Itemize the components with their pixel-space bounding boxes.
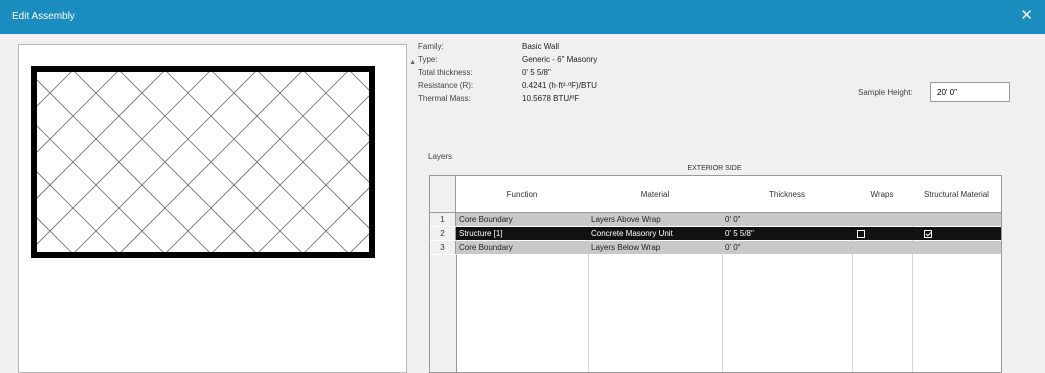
layers-label: Layers	[428, 152, 453, 161]
wraps-checkbox[interactable]	[857, 229, 865, 238]
row-number[interactable]: 1	[430, 213, 456, 226]
property-value: Generic - 6" Masonry	[522, 55, 598, 64]
material-cell[interactable]: Layers Below Wrap	[588, 241, 722, 254]
exterior-side-label: EXTERIOR SIDE	[687, 165, 742, 172]
structural-material-checkbox[interactable]	[924, 229, 932, 238]
header-wraps[interactable]: Wraps	[852, 176, 912, 212]
header-function[interactable]: Function	[456, 176, 588, 212]
table-row[interactable]: 1 Core Boundary Layers Above Wrap 0' 0"	[430, 213, 1001, 226]
material-cell[interactable]: Layers Above Wrap	[588, 213, 722, 226]
header-thickness[interactable]: Thickness	[722, 176, 852, 212]
structural-cell	[912, 213, 1001, 226]
property-label: Total thickness:	[418, 68, 473, 77]
structural-cell	[912, 227, 1001, 240]
property-label: Resistance (R):	[418, 81, 474, 90]
thickness-cell[interactable]: 0' 5 5/8"	[722, 227, 852, 240]
property-value: 10.5678 BTU/ºF	[522, 94, 580, 103]
title-bar: Edit Assembly ✕	[0, 0, 1045, 34]
table-row[interactable]: 3 Core Boundary Layers Below Wrap 0' 0"	[430, 241, 1001, 254]
wraps-cell	[852, 213, 912, 226]
property-value: 0.4241 (h·ft²·ºF)/BTU	[522, 81, 597, 90]
property-value: Basic Wall	[522, 42, 560, 51]
property-value: 0' 5 5/8"	[522, 68, 551, 77]
wraps-cell	[852, 241, 912, 254]
structural-cell	[912, 241, 1001, 254]
function-cell[interactable]: Structure [1]	[456, 227, 588, 240]
layers-table: Function Material Thickness Wraps Struct…	[429, 175, 1002, 373]
row-number[interactable]: 2	[430, 227, 456, 240]
table-row-selected[interactable]: 2 Structure [1] Concrete Masonry Unit 0'…	[430, 227, 1001, 240]
close-icon[interactable]: ✕	[1020, 8, 1033, 23]
sample-height-input[interactable]	[930, 82, 1010, 102]
thickness-cell[interactable]: 0' 0"	[722, 241, 852, 254]
wraps-cell	[852, 227, 912, 240]
row-number-gutter	[430, 255, 457, 372]
table-header-row: Function Material Thickness Wraps Struct…	[430, 176, 1001, 213]
property-label: Family:	[418, 42, 444, 51]
dialog-content: ▲ Family: Basic Wall Type: Generic - 6" …	[0, 34, 1045, 373]
wall-hatch-background	[35, 70, 371, 254]
function-cell[interactable]: Core Boundary	[456, 241, 588, 254]
property-label: Type:	[418, 55, 438, 64]
function-cell[interactable]: Core Boundary	[456, 213, 588, 226]
header-structural-material[interactable]: Structural Material	[912, 176, 1001, 212]
scroll-up-arrow-icon[interactable]: ▲	[409, 59, 416, 66]
wall-preview-panel[interactable]: ▲	[18, 44, 416, 373]
material-cell[interactable]: Concrete Masonry Unit	[588, 227, 722, 240]
property-label: Thermal Mass:	[418, 94, 471, 103]
header-material[interactable]: Material	[588, 176, 722, 212]
window-title: Edit Assembly	[12, 11, 75, 22]
thickness-cell[interactable]: 0' 0"	[722, 213, 852, 226]
wall-section-preview	[31, 66, 375, 258]
sample-height-label: Sample Height:	[858, 88, 913, 97]
row-number[interactable]: 3	[430, 241, 456, 254]
header-row-number	[430, 176, 456, 212]
